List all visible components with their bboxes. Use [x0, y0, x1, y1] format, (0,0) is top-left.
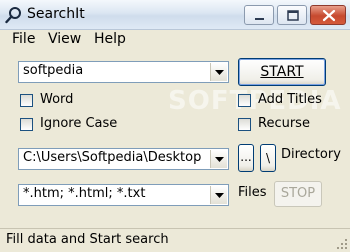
files-dropdown-button[interactable] — [210, 186, 227, 204]
word-checkbox[interactable] — [20, 94, 33, 107]
directory-input[interactable]: C:\Users\Softpedia\Desktop — [23, 150, 201, 165]
maximize-icon — [287, 10, 299, 21]
search-combo[interactable]: softpedia — [18, 61, 229, 83]
stop-button-label: STOP — [280, 186, 316, 201]
stop-button[interactable]: STOP — [274, 181, 322, 207]
status-bar: Fill data and Start search — [0, 228, 350, 252]
chevron-down-icon — [215, 70, 224, 75]
ignore-case-label[interactable]: Ignore Case — [40, 116, 117, 131]
close-button[interactable] — [310, 5, 346, 25]
status-text: Fill data and Start search — [6, 232, 169, 247]
menu-help[interactable]: Help — [94, 31, 126, 47]
start-button[interactable]: START — [238, 58, 326, 86]
app-window: SearchIt File View Help SOFTPEDIA softpe… — [0, 0, 350, 252]
browse-button[interactable]: ... — [238, 144, 254, 172]
chevron-down-icon — [215, 157, 224, 162]
directory-dropdown-button[interactable] — [210, 150, 227, 168]
recurse-label[interactable]: Recurse — [258, 116, 310, 131]
menu-file[interactable]: File — [12, 31, 35, 47]
minimize-button[interactable] — [244, 5, 274, 25]
browse-button-label: ... — [240, 150, 252, 164]
root-directory-button[interactable]: \ — [260, 144, 276, 172]
menu-view[interactable]: View — [48, 31, 81, 47]
root-directory-button-label: \ — [265, 151, 271, 165]
menu-bar: File View Help — [0, 30, 350, 50]
search-dropdown-button[interactable] — [210, 63, 227, 81]
resize-grip-icon[interactable] — [336, 238, 348, 250]
recurse-checkbox[interactable] — [238, 118, 251, 131]
files-combo[interactable]: *.htm; *.html; *.txt — [18, 184, 229, 206]
add-titles-checkbox[interactable] — [238, 94, 251, 107]
word-label[interactable]: Word — [40, 92, 73, 107]
magnifier-icon — [5, 7, 21, 24]
title-bar[interactable]: SearchIt — [0, 0, 350, 30]
files-input[interactable]: *.htm; *.html; *.txt — [23, 186, 145, 201]
minimize-icon — [255, 18, 264, 20]
close-icon — [322, 9, 336, 22]
window-title: SearchIt — [27, 6, 85, 22]
search-input[interactable]: softpedia — [23, 63, 83, 78]
maximize-button[interactable] — [277, 5, 307, 25]
ignore-case-checkbox[interactable] — [20, 118, 33, 131]
files-label: Files — [238, 185, 267, 200]
chevron-down-icon — [215, 193, 224, 198]
directory-label: Directory — [281, 147, 341, 162]
directory-combo[interactable]: C:\Users\Softpedia\Desktop — [18, 148, 229, 170]
start-button-label: START — [260, 64, 304, 80]
add-titles-label[interactable]: Add Titles — [258, 92, 322, 107]
